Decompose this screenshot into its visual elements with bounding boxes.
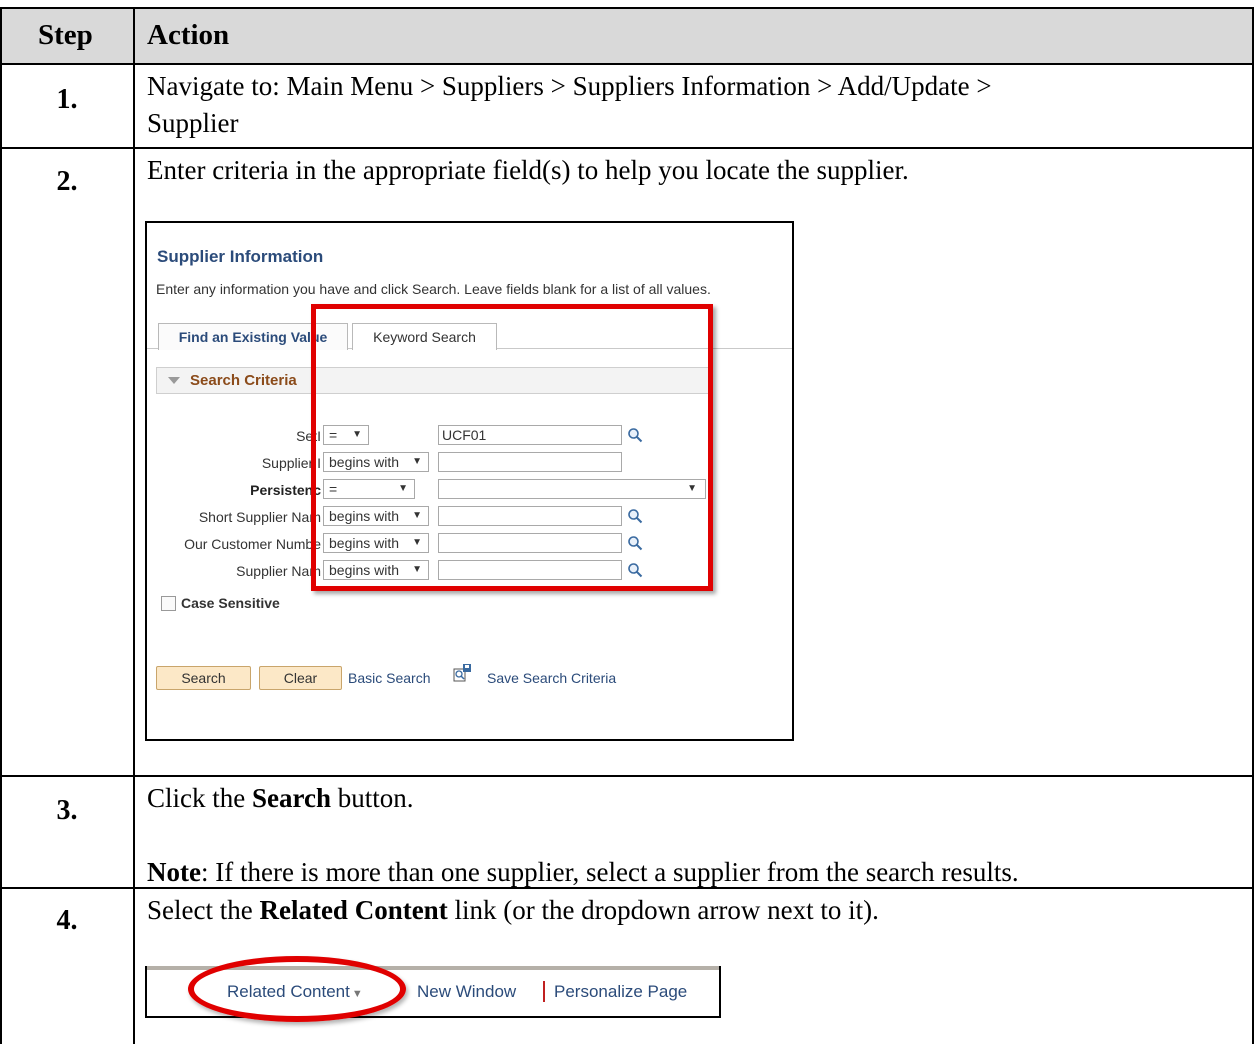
search-button[interactable]: Search: [156, 666, 251, 690]
step-2-text: Enter criteria in the appropriate field(…: [147, 155, 909, 185]
field-label: Supplier Nam: [236, 563, 321, 579]
text-run: button.: [330, 783, 414, 813]
table-border-left: [0, 7, 2, 1044]
new-window-link[interactable]: New Window: [417, 982, 516, 1002]
table-border-top: [0, 7, 1254, 9]
save-search-criteria-link[interactable]: Save Search Criteria: [487, 670, 616, 686]
row-divider: [0, 147, 1254, 149]
step-1-line-1: Navigate to: Main Menu > Suppliers > Sup…: [147, 71, 992, 101]
step-number: 4.: [56, 905, 78, 936]
text-run: Click the: [147, 783, 252, 813]
note-label: Note: [147, 857, 201, 887]
highlight-box: [311, 304, 713, 591]
step-number: 2.: [56, 166, 78, 197]
row-divider: [0, 775, 1254, 777]
instructions: Enter any information you have and click…: [156, 281, 711, 297]
step-number: 1.: [56, 84, 78, 115]
text-run: link (or the dropdown arrow next to it).: [447, 895, 879, 925]
section-label: Search Criteria: [190, 372, 297, 389]
step-1-text: Navigate to: Main Menu > Suppliers > Sup…: [147, 68, 992, 142]
note-text: : If there is more than one supplier, se…: [200, 857, 1019, 887]
page-title: Supplier Information: [157, 247, 324, 266]
field-label: Our Customer Numbe: [184, 536, 321, 552]
header-action: Action: [147, 19, 230, 51]
personalize-page-link[interactable]: Personalize Page: [554, 982, 687, 1002]
emphasis-search: Search: [251, 783, 331, 813]
text-run: Select the: [147, 895, 260, 925]
step-4-text: Select the Related Content link (or the …: [147, 892, 879, 929]
column-divider: [133, 7, 135, 1044]
supplier-search-screenshot: Supplier Information Enter any informati…: [145, 221, 794, 741]
step-1-line-2: Supplier: [147, 108, 239, 138]
collapse-arrow-icon: [168, 377, 180, 384]
save-search-icon[interactable]: [453, 663, 473, 683]
link-separator: [543, 981, 545, 1002]
clear-button[interactable]: Clear: [259, 666, 342, 690]
emphasis-related-content: Related Content: [259, 895, 448, 925]
case-sensitive-label: Case Sensitive: [181, 595, 280, 611]
highlight-oval: [188, 956, 406, 1022]
step-3-note: Note: If there is more than one supplier…: [147, 854, 1019, 891]
step-3-text: Click the Search button.: [147, 780, 414, 817]
header-step: Step: [38, 19, 93, 51]
row-divider: [0, 63, 1254, 65]
step-number: 3.: [56, 795, 78, 826]
case-sensitive-checkbox[interactable]: [161, 596, 176, 611]
basic-search-link[interactable]: Basic Search: [348, 670, 430, 686]
field-label: Short Supplier Nam: [198, 509, 321, 525]
